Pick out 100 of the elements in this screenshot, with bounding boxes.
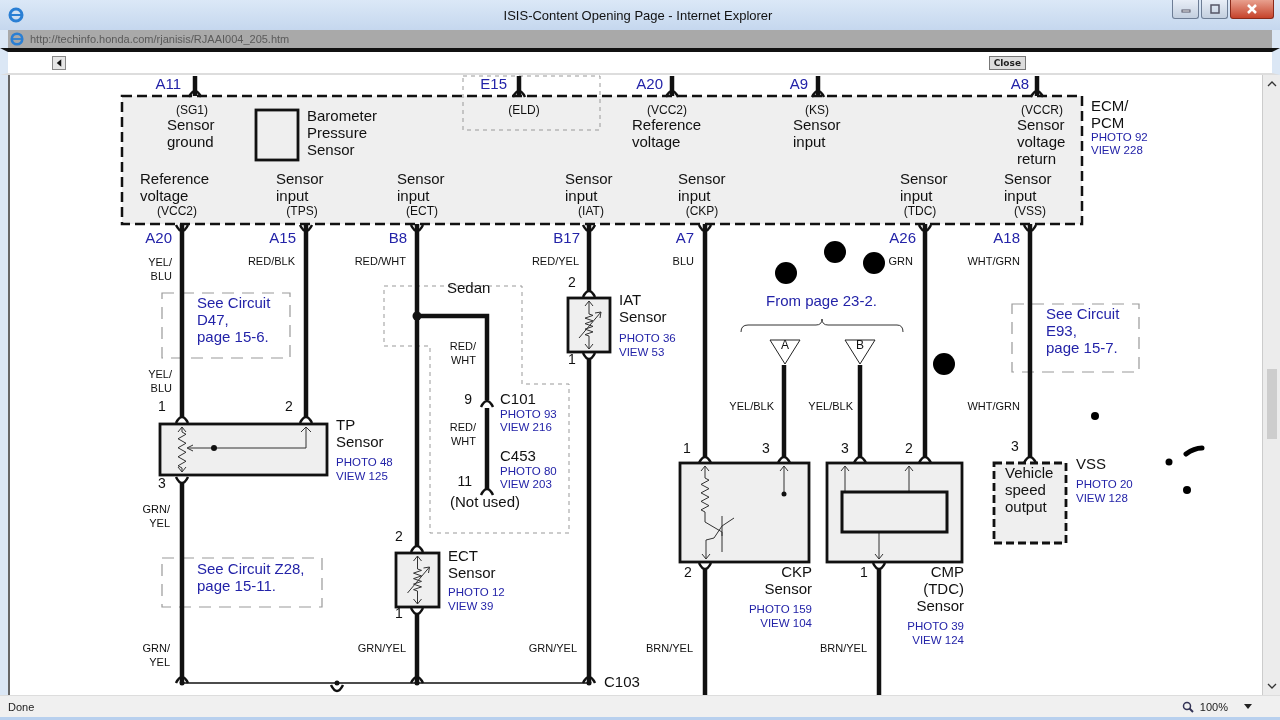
signal-code: (CKP) (685, 204, 719, 218)
ink-stroke (1183, 445, 1205, 457)
junction-dot (412, 311, 422, 321)
view-link[interactable]: VIEW 228 (1091, 144, 1143, 156)
sensor-name: VSS (1076, 455, 1106, 472)
terminal-label: Sensor input (793, 116, 841, 150)
photo-link[interactable]: PHOTO 36 (619, 332, 676, 344)
wire-color-label: YEL/BLK (808, 400, 853, 412)
view-link[interactable]: VIEW 104 (760, 617, 812, 629)
circuit-reference-link[interactable]: See Circuit E93, page 15-7. (1046, 305, 1120, 356)
pin-label: A20 (636, 75, 663, 92)
wire-color-label: YEL/ BLU (148, 256, 172, 282)
wire-color-label: GRN/ YEL (142, 503, 170, 529)
page-reference-link[interactable]: From page 23-2. (766, 292, 877, 309)
connector-name: C453 (500, 447, 536, 464)
window-title: ISIS-Content Opening Page - Internet Explorer (502, 7, 774, 23)
pin-label: A8 (1010, 75, 1029, 92)
photo-link[interactable]: PHOTO 39 (907, 620, 964, 632)
view-link[interactable]: VIEW 128 (1076, 492, 1128, 504)
terminal-icon (581, 224, 597, 233)
terminal-label: Reference voltage (632, 116, 702, 150)
dropdown-caret-icon[interactable] (1244, 704, 1252, 709)
close-page-button[interactable]: Close (988, 55, 1026, 70)
circuit-reference-link[interactable]: See Circuit Z28, page 15-11. (197, 560, 305, 594)
ink-dot (775, 262, 797, 284)
variant-label: Sedan (447, 279, 491, 296)
browser-icon (10, 32, 24, 46)
module-name: ECM/ PCM (1091, 97, 1129, 131)
pin-number: 3 (158, 475, 166, 491)
minimize-button[interactable] (1172, 0, 1199, 19)
photo-link[interactable]: PHOTO 48 (336, 456, 393, 468)
vertical-scrollbar[interactable] (1262, 75, 1280, 695)
close-button[interactable] (1230, 0, 1274, 19)
photo-link[interactable]: PHOTO 20 (1076, 478, 1133, 490)
terminal-icon (581, 675, 597, 684)
scroll-down-icon[interactable] (1266, 683, 1277, 689)
pin-number: 1 (395, 605, 403, 621)
signal-code: (VCC2) (157, 204, 197, 218)
scroll-left-button[interactable] (52, 55, 66, 70)
pin-number: 11 (457, 473, 472, 489)
zoom-level[interactable]: 100% (1199, 700, 1228, 713)
terminal-icon (479, 399, 495, 408)
terminal-icon (810, 89, 826, 98)
terminal-icon (298, 415, 314, 424)
terminal-icon (697, 224, 713, 233)
maximize-icon (1208, 3, 1221, 15)
signal-code: (VSS) (1014, 204, 1046, 218)
pin-label: A9 (789, 75, 808, 92)
terminal-label: Reference voltage (140, 170, 210, 204)
scroll-up-icon[interactable] (1266, 81, 1277, 87)
view-link[interactable]: VIEW 216 (500, 421, 552, 433)
terminal-icon (187, 89, 203, 98)
ink-dot (933, 353, 955, 375)
sensor-name: TP Sensor (336, 416, 384, 450)
terminal-icon (697, 562, 713, 571)
terminal-icon (174, 224, 190, 233)
terminal-icon (174, 675, 190, 684)
module-label: Vehicle speed output (1005, 464, 1054, 515)
terminal-icon (298, 224, 314, 233)
signal-code: (TDC) (903, 204, 937, 218)
pin-label: A7 (675, 229, 694, 246)
terminal-icon (581, 289, 597, 298)
pin-label: A15 (269, 229, 296, 246)
pin-number: 3 (841, 440, 849, 456)
pin-label: B17 (553, 229, 580, 246)
junction-dot (414, 680, 420, 686)
maximize-button[interactable] (1201, 0, 1228, 19)
signal-code: (VCC2) (647, 103, 687, 117)
view-link[interactable]: VIEW 203 (500, 478, 552, 490)
wire-color-label: WHT/GRN (967, 400, 1020, 412)
terminal-icon (664, 89, 680, 98)
terminal-icon (409, 607, 425, 616)
junction-dot (586, 680, 592, 686)
tap-letter: B (856, 338, 864, 352)
pin-number: 1 (683, 440, 691, 456)
wire-color-label: GRN/ YEL (142, 642, 170, 668)
photo-link[interactable]: PHOTO 12 (448, 586, 505, 598)
pin-number: 2 (285, 398, 293, 414)
scroll-thumb[interactable] (1266, 369, 1277, 439)
photo-link[interactable]: PHOTO 92 (1091, 131, 1148, 143)
view-link[interactable]: VIEW 124 (912, 634, 964, 646)
photo-link[interactable]: PHOTO 93 (500, 408, 557, 420)
terminal-icon (409, 224, 425, 233)
circuit-reference-link[interactable]: See Circuit D47, page 15-6. (197, 294, 271, 345)
signal-code: (ECT) (406, 204, 438, 218)
photo-link[interactable]: PHOTO 80 (500, 465, 557, 477)
view-link[interactable]: VIEW 53 (619, 346, 665, 358)
photo-link[interactable]: PHOTO 159 (748, 603, 812, 615)
signal-code: (VCCR) (1021, 103, 1063, 117)
wire-color-label: GRN/YEL (528, 642, 577, 654)
wire (414, 613, 420, 683)
wire (586, 224, 592, 292)
pin-number: 1 (860, 564, 868, 580)
sensor-label: Barometer Pressure Sensor (307, 107, 378, 158)
view-link[interactable]: VIEW 39 (448, 600, 494, 612)
zoom-icon[interactable] (1181, 700, 1194, 713)
view-link[interactable]: VIEW 125 (336, 470, 388, 482)
pin-number: 2 (684, 564, 692, 580)
signal-code: (TPS) (286, 204, 318, 218)
wire-color-label: RED/YEL (531, 255, 579, 267)
